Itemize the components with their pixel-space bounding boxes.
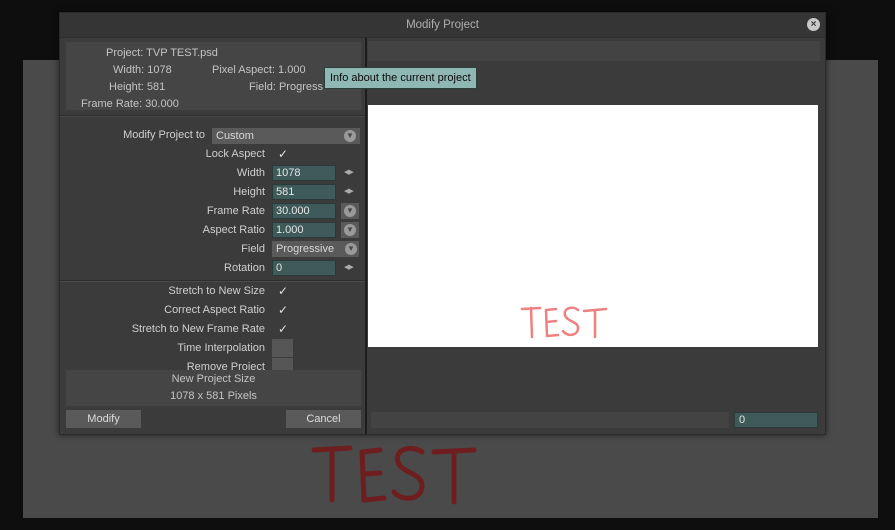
- preview-scribble: [520, 306, 608, 339]
- row-frame-rate: Frame Rate 30.000 ▼: [60, 202, 365, 221]
- height-label: Height: [233, 186, 265, 198]
- time-interpolation-label: Time Interpolation: [177, 342, 265, 354]
- close-icon[interactable]: ×: [807, 18, 820, 31]
- row-field: Field Progressive ▼: [60, 240, 365, 259]
- timeline-bar[interactable]: [371, 412, 729, 428]
- height-input[interactable]: 581: [272, 184, 336, 200]
- row-time-interpolation: Time Interpolation: [60, 339, 365, 358]
- modify-to-value: Custom: [216, 130, 254, 142]
- left-panel: Project: TVP TEST.psd Width: 1078 Pixel …: [60, 38, 365, 434]
- project-info-box[interactable]: Project: TVP TEST.psd Width: 1078 Pixel …: [66, 42, 361, 110]
- row-correct-aspect: Correct Aspect Ratio ✓: [60, 301, 365, 320]
- info-width: Width: 1078: [113, 64, 172, 76]
- frame-rate-dropdown[interactable]: ▼: [341, 203, 359, 219]
- row-aspect-ratio: Aspect Ratio 1.000 ▼: [60, 221, 365, 240]
- row-rotation: Rotation 0 ◀▶: [60, 259, 365, 278]
- correct-aspect-label: Correct Aspect Ratio: [164, 304, 265, 316]
- frame-input[interactable]: 0: [734, 412, 818, 428]
- chevron-down-icon: ▼: [344, 205, 356, 217]
- stretch-frame-rate-checkbox[interactable]: ✓: [276, 322, 290, 336]
- row-width: Width 1078 ◀▶: [60, 164, 365, 183]
- dialog-title: Modify Project: [406, 19, 479, 31]
- aspect-ratio-input[interactable]: 1.000: [272, 222, 336, 238]
- frame-rate-input[interactable]: 30.000: [272, 203, 336, 219]
- info-field: Field: Progress: [249, 81, 323, 93]
- field-value: Progressive: [276, 243, 335, 255]
- info-frame-rate: Frame Rate: 30.000: [81, 98, 179, 110]
- info-tooltip: Info about the current project: [324, 67, 477, 89]
- modify-to-label: Modify Project to: [123, 129, 205, 141]
- width-spin-icon[interactable]: ◀▶: [344, 168, 356, 178]
- lock-aspect-checkbox[interactable]: ✓: [276, 147, 290, 161]
- row-lock-aspect: Lock Aspect ✓: [60, 145, 365, 164]
- width-label: Width: [236, 167, 265, 179]
- panel-divider[interactable]: [365, 38, 367, 434]
- new-size-value: 1078 x 581 Pixels: [170, 390, 257, 402]
- chevron-down-icon: ▼: [344, 130, 356, 142]
- new-size-box: New Project Size 1078 x 581 Pixels: [66, 370, 361, 406]
- background-scribble: [311, 445, 477, 505]
- new-size-title: New Project Size: [171, 373, 256, 385]
- info-pixel-aspect: Pixel Aspect: 1.000: [212, 64, 306, 76]
- row-stretch-size: Stretch to New Size ✓: [60, 282, 365, 301]
- stretch-size-checkbox[interactable]: ✓: [276, 284, 290, 298]
- aspect-ratio-dropdown[interactable]: ▼: [341, 222, 359, 238]
- rotation-spin-icon[interactable]: ◀▶: [344, 263, 356, 273]
- dialog-titlebar[interactable]: Modify Project ×: [60, 13, 825, 38]
- correct-aspect-checkbox[interactable]: ✓: [276, 303, 290, 317]
- frame-rate-label: Frame Rate: [206, 205, 265, 217]
- row-stretch-frame-rate: Stretch to New Frame Rate ✓: [60, 320, 365, 339]
- info-height: Height: 581: [109, 81, 166, 93]
- info-project: Project: TVP TEST.psd: [106, 47, 218, 59]
- modify-button[interactable]: Modify: [66, 410, 141, 428]
- preview-header: [368, 41, 820, 61]
- cancel-button[interactable]: Cancel: [286, 410, 361, 428]
- preview-canvas[interactable]: [368, 105, 818, 347]
- preview-panel: 0: [368, 38, 825, 434]
- row-modify-to: Modify Project to Custom ▼: [60, 126, 365, 145]
- row-height: Height 581 ◀▶: [60, 183, 365, 202]
- field-select[interactable]: Progressive ▼: [272, 241, 359, 257]
- field-label: Field: [241, 243, 265, 255]
- width-input[interactable]: 1078: [272, 165, 336, 181]
- stretch-frame-rate-label: Stretch to New Frame Rate: [131, 323, 265, 335]
- lock-aspect-label: Lock Aspect: [205, 148, 265, 160]
- rotation-input[interactable]: 0: [272, 260, 336, 276]
- chevron-down-icon: ▼: [345, 243, 357, 255]
- time-interpolation-checkbox[interactable]: [272, 339, 293, 357]
- aspect-ratio-label: Aspect Ratio: [202, 224, 265, 236]
- separator: [60, 115, 365, 117]
- height-spin-icon[interactable]: ◀▶: [344, 187, 356, 197]
- rotation-label: Rotation: [224, 262, 265, 274]
- modify-to-select[interactable]: Custom ▼: [212, 128, 360, 144]
- stretch-size-label: Stretch to New Size: [168, 285, 265, 297]
- chevron-down-icon: ▼: [344, 224, 356, 236]
